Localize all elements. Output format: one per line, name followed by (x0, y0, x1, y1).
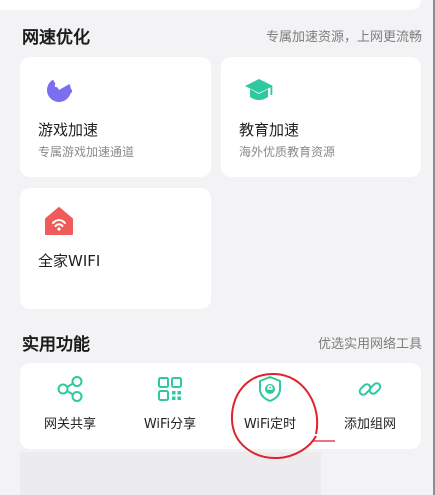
bottom-strip (20, 452, 321, 495)
tool-label: WiFi分享 (143, 417, 197, 432)
tool-label: 网关共享 (43, 417, 96, 432)
section-subtitle: 优选实用网络工具 (317, 337, 422, 352)
qr-code-icon (156, 375, 184, 403)
tools-section-header: 实用功能 优选实用网络工具 (22, 330, 422, 355)
tool-gateway-share[interactable]: 网关共享 (20, 363, 120, 449)
home-wifi-icon (44, 206, 74, 236)
game-controller-icon (44, 75, 74, 105)
tool-wifi-share[interactable]: WiFi分享 (120, 363, 220, 449)
section-title: 实用功能 (22, 335, 90, 355)
section-subtitle: 专属加速资源，上网更流畅 (265, 30, 422, 45)
card-title: 游戏加速 (38, 121, 99, 139)
section-title: 网速优化 (22, 28, 90, 48)
tool-add-network[interactable]: 添加组网 (320, 363, 420, 449)
family-wifi-card[interactable]: 全家WIFI (20, 188, 211, 309)
share-icon (56, 375, 84, 403)
shield-timer-icon (256, 375, 284, 403)
top-card (0, 0, 421, 10)
card-title: 全家WIFI (38, 252, 101, 270)
tool-wifi-timer[interactable]: WiFi定时 (220, 363, 320, 449)
tool-label: 添加组网 (343, 417, 396, 432)
education-acceleration-card[interactable]: 教育加速 海外优质教育资源 (221, 57, 421, 177)
tools-card: 网关共享 WiFi分享 WiFi定时 添加组网 (20, 363, 421, 449)
card-desc: 海外优质教育资源 (239, 145, 336, 159)
card-title: 教育加速 (239, 121, 300, 139)
graduation-cap-icon (243, 75, 273, 105)
card-desc: 专属游戏加速通道 (38, 145, 135, 159)
speed-section-header: 网速优化 专属加速资源，上网更流畅 (22, 23, 422, 48)
game-acceleration-card[interactable]: 游戏加速 专属游戏加速通道 (20, 57, 211, 177)
tool-label: WiFi定时 (243, 417, 297, 432)
link-icon (356, 375, 384, 403)
